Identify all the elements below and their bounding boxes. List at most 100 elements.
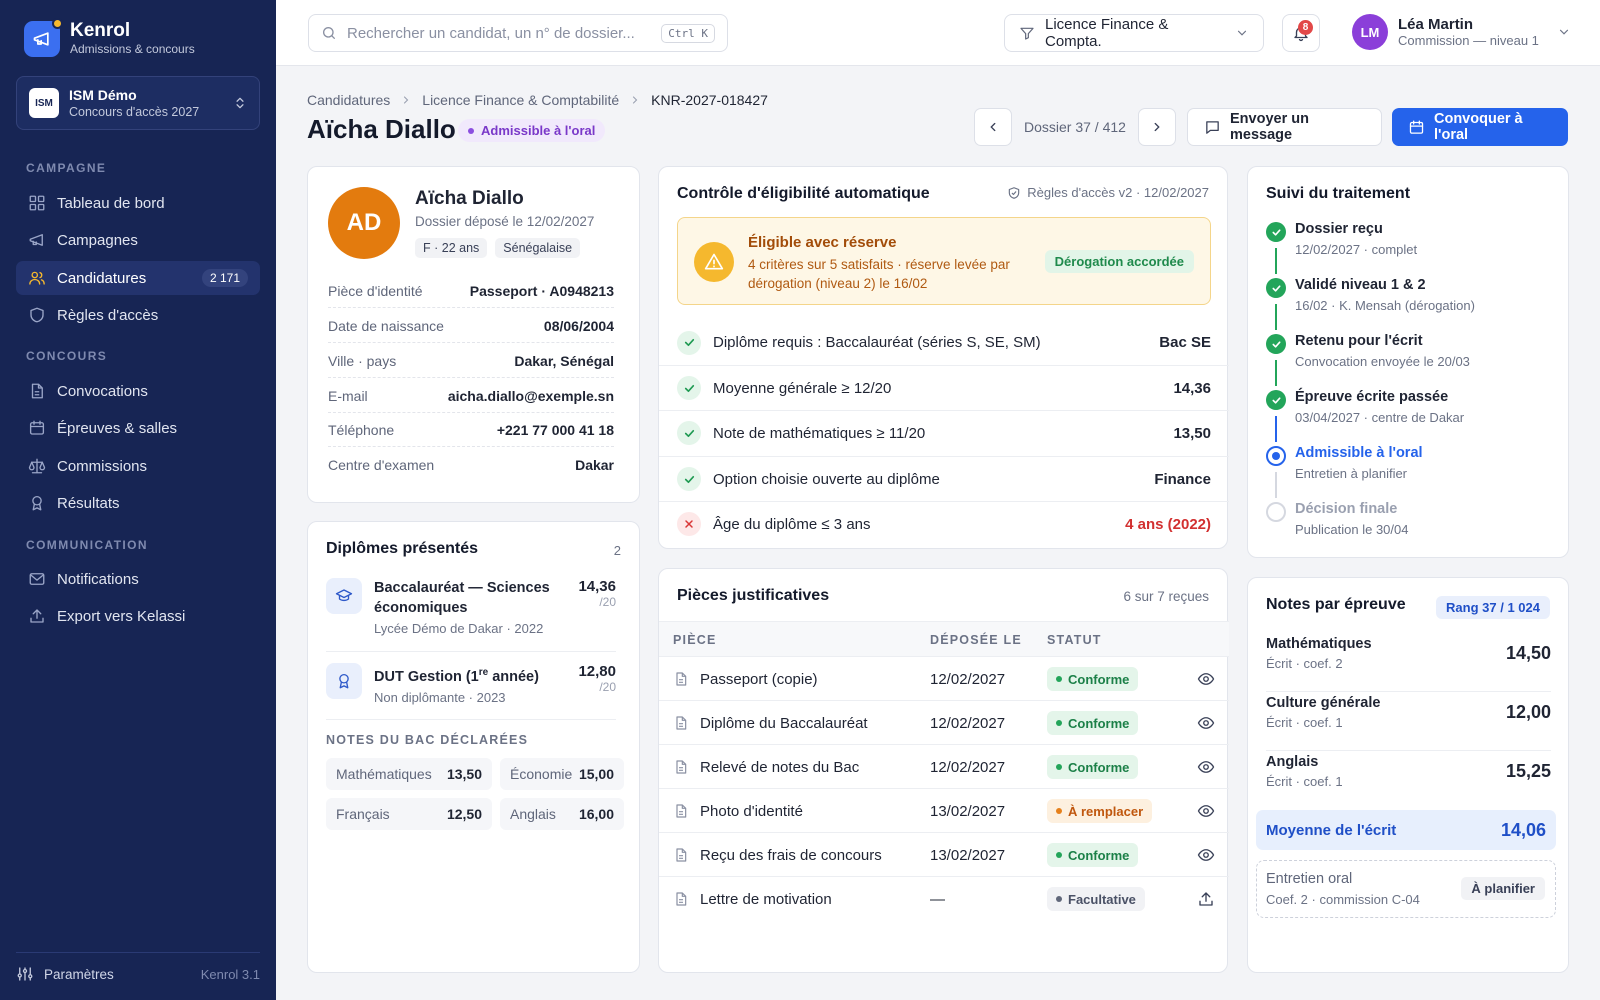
table-row: Photo d'identité 13/02/2027 À remplacer [659,789,1229,833]
upload-icon[interactable] [1197,877,1215,921]
field-value[interactable]: +221 77 000 41 18 [497,422,614,438]
documents-table-header: PIÈCE DÉPOSÉE LE STATUT [659,621,1229,657]
sidebar-item-dashboard[interactable]: Tableau de bord [16,186,260,220]
exam-name: Mathématiques [1266,636,1372,652]
breadcrumb: Candidatures Licence Finance & Comptabil… [307,92,768,108]
tag-nationality: Sénégalaise [495,238,581,258]
timeline-connector [1275,416,1277,442]
step-title: Épreuve écrite passée [1295,389,1449,405]
sidebar-item-label: Tableau de bord [57,194,165,212]
sidebar-item-export[interactable]: Export vers Kelassi [16,599,260,633]
sidebar-item-label: Résultats [57,494,120,512]
field-label: Pièce d'identité [328,283,423,299]
sidebar-item-regles[interactable]: Règles d'accès [16,298,260,332]
eye-icon[interactable] [1197,833,1215,877]
status-badge: Admissible à l'oral [458,119,606,142]
score-row: Mathématiques Écrit · coef. 2 14,50 [1266,634,1551,692]
eligibility-title: Contrôle d'éligibilité automatique [677,185,930,202]
sidebar-item-notifications[interactable]: Notifications [16,562,260,596]
oral-exam-slot[interactable]: Entretien oral Coef. 2 · commission C-04… [1256,860,1556,918]
sidebar-item-candidatures[interactable]: Candidatures 2 171 [16,261,260,295]
grade-label: Anglais [510,806,556,822]
document-name[interactable]: Diplôme du Baccalauréat [700,701,868,745]
search-placeholder: Rechercher un candidat, un n° de dossier… [347,24,635,42]
status-badge: Facultative [1047,887,1145,911]
status-badge: Conforme [1047,667,1139,691]
document-name[interactable]: Reçu des frais de concours [700,833,882,877]
nav-section-communication: COMMUNICATION [26,538,148,552]
timeline-title: Suivi du traitement [1266,185,1411,202]
identity-field: Ville · pays Dakar, Sénégal [328,353,614,378]
sidebar-item-resultats[interactable]: Résultats [16,486,260,520]
document-name[interactable]: Lettre de motivation [700,877,832,921]
chevron-right-icon [1150,120,1164,134]
step-sub: 12/02/2027 · complet [1295,242,1418,257]
diploma-item[interactable]: DUT Gestion (1re année) Non diplômante ·… [326,663,616,705]
documents-title: Pièces justificatives [677,587,830,604]
diploma-score: 14,36 /20 [578,578,616,636]
breadcrumb-item[interactable]: Candidatures [307,92,390,108]
field-value: Dakar [575,457,614,473]
convoke-oral-button[interactable]: Convoquer à l'oral [1392,108,1568,146]
previous-dossier-button[interactable] [974,108,1012,146]
field-value[interactable]: aicha.diallo@exemple.sn [448,388,614,404]
diploma-item[interactable]: Baccalauréat — Sciences économiques Lycé… [326,578,616,636]
document-date: 12/02/2027 [930,670,1006,688]
diploma-score: 12,80 /20 [578,663,616,705]
eligibility-alert: Éligible avec réserve 4 critères sur 5 s… [677,217,1211,305]
eye-icon[interactable] [1197,789,1215,833]
grade-value: 12,50 [446,806,482,822]
eye-icon[interactable] [1197,701,1215,745]
document-name[interactable]: Relevé de notes du Bac [700,745,859,789]
send-message-button[interactable]: Envoyer un message [1187,108,1382,146]
oral-status-badge[interactable]: À planifier [1461,877,1545,900]
settings-link[interactable]: Paramètres [44,967,114,982]
field-label: Téléphone [328,422,395,438]
org-logo: ISM [29,88,59,118]
brand[interactable]: Kenrol Admissions & concours [24,17,195,57]
eye-icon[interactable] [1197,745,1215,789]
sidebar-item-campagnes[interactable]: Campagnes [16,223,260,257]
search-input[interactable]: Rechercher un candidat, un n° de dossier… [308,14,728,52]
field-value: Dakar, Sénégal [514,353,614,369]
breadcrumb-item[interactable]: Licence Finance & Comptabilité [422,92,619,108]
sliders-icon[interactable] [16,965,34,983]
field-label: Centre d'examen [328,457,435,473]
document-icon [673,789,689,833]
user-menu[interactable]: LM Léa Martin Commission — niveau 1 [1352,14,1571,50]
shield-icon [28,306,46,324]
oral-name: Entretien oral [1266,871,1353,887]
document-name[interactable]: Photo d'identité [700,789,803,833]
status-badge: Conforme [1047,843,1139,867]
table-row: Lettre de motivation — Facultative [659,877,1229,921]
diploma-score-denominator: /20 [599,680,616,694]
sidebar-item-epreuves[interactable]: Épreuves & salles [16,411,260,445]
step-sub: Publication le 30/04 [1295,522,1409,537]
sidebar-item-label: Commissions [57,457,148,475]
diploma-title: Baccalauréat — Sciences économiques [374,580,550,616]
document-name[interactable]: Passeport (copie) [700,657,818,701]
diplomas-title: Diplômes présentés [326,540,479,557]
status-badge: À remplacer [1047,799,1153,823]
deposit-date: Dossier déposé le 12/02/2027 [415,214,595,229]
grade-label: Français [336,806,390,822]
sidebar-item-label: Épreuves & salles [57,419,178,437]
grade-label: Économie [510,766,573,782]
tag-gender-age: F · 22 ans [415,238,488,258]
sidebar-item-convocations[interactable]: Convocations [16,374,260,408]
org-switcher[interactable]: ISM ISM Démo Concours d'accès 2027 [16,76,260,130]
exam-score: 15,25 [1505,761,1551,781]
chevron-right-icon [400,94,412,106]
sidebar-item-commissions[interactable]: Commissions [16,449,260,483]
app-version: Kenrol 3.1 [200,966,260,982]
filter-icon [1019,25,1035,41]
candidate-name: Aïcha Diallo [415,188,524,209]
rules-version[interactable]: Règles d'accès v2 · 12/02/2027 [1007,185,1209,200]
eye-icon[interactable] [1197,657,1215,701]
identity-field: E-mail aicha.diallo@exemple.sn [328,388,614,413]
award-icon [326,663,362,699]
program-filter-select[interactable]: Licence Finance & Compta. [1004,14,1264,52]
pager-position: Dossier 37 / 412 [1024,119,1126,135]
next-dossier-button[interactable] [1137,108,1176,146]
notifications-button[interactable]: 8 [1282,14,1320,52]
